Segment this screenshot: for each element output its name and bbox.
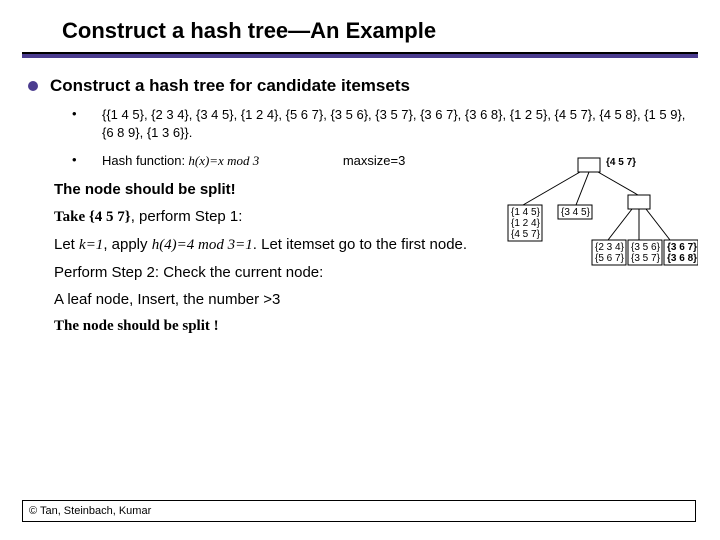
hash-label: Hash function:	[102, 153, 185, 168]
tree-r3-1: {3 6 8}	[667, 253, 697, 265]
take-prefix: Take	[54, 209, 89, 225]
bullet-square-icon: •	[72, 152, 102, 167]
tree-r1-1: {5 6 7}	[595, 253, 624, 265]
hash-tree-diagram: {4 5 7} {1 4 5} {1 2 4} {4 5 7} {3 4 5} …	[488, 150, 698, 300]
tree-r2-0: {3 5 6}	[631, 242, 660, 254]
tree-highlight: {4 5 7}	[606, 157, 636, 169]
sub-bullet-itemsets: • {{1 4 5}, {2 3 4}, {3 4 5}, {1 2 4}, {…	[72, 106, 698, 142]
slide-title: Construct a hash tree—An Example	[0, 0, 720, 44]
heading-text: Construct a hash tree for candidate item…	[50, 76, 410, 96]
let-k: k=1	[79, 237, 103, 253]
tree-left-0: {1 4 5}	[511, 207, 540, 219]
tree-mid: {3 4 5}	[561, 207, 590, 219]
tree-r3-0: {3 6 7}	[667, 242, 697, 254]
itemsets-text: {{1 4 5}, {2 3 4}, {3 4 5}, {1 2 4}, {5 …	[102, 106, 698, 142]
let-prefix: Let	[54, 236, 79, 253]
let-suffix: . Let itemset go to the first node.	[253, 236, 467, 253]
let-hash: h(4)=4 mod 3=1	[152, 237, 253, 253]
footer-copyright: © Tan, Steinbach, Kumar	[22, 500, 696, 522]
maxsize-text: maxsize=3	[343, 152, 406, 170]
hash-fn: h(x)=x mod 3	[185, 153, 259, 168]
tree-left-1: {1 2 4}	[511, 218, 540, 230]
tree-left-2: {4 5 7}	[511, 229, 540, 241]
tree-r1-0: {2 3 4}	[595, 242, 624, 254]
tree-r2-1: {3 5 7}	[631, 253, 660, 265]
bullet-square-icon: •	[72, 106, 102, 121]
take-suffix: , perform Step 1:	[131, 208, 243, 225]
line-split-2: The node should be split !	[54, 318, 698, 335]
take-set: {4 5 7}	[89, 209, 131, 225]
bullet-level1: Construct a hash tree for candidate item…	[22, 76, 698, 96]
let-mid: , apply	[103, 236, 151, 253]
bullet-dot-icon	[28, 81, 38, 91]
